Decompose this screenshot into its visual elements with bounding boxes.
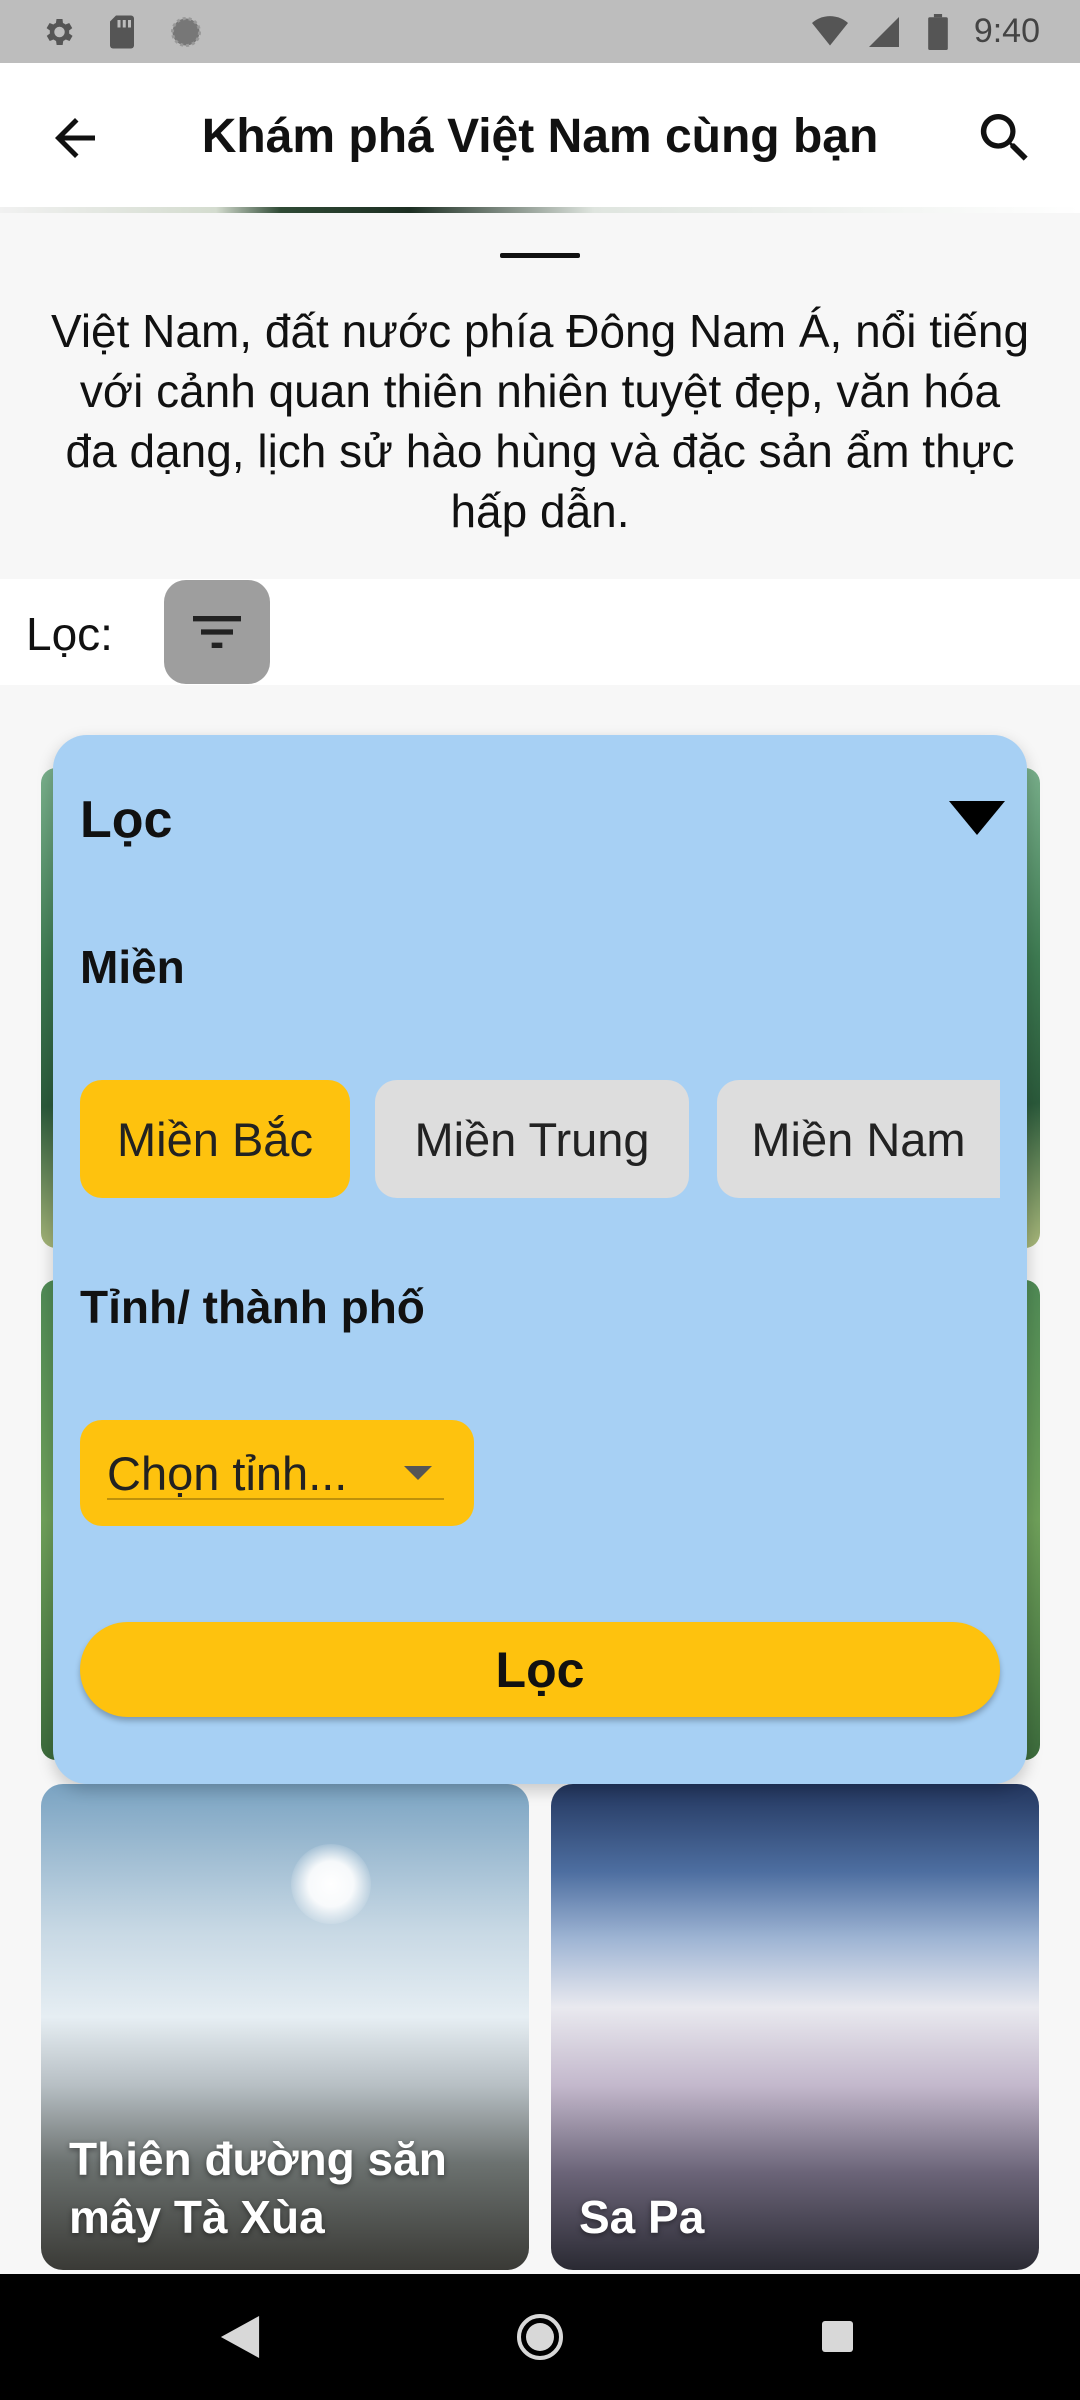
destination-card-sa-pa[interactable]: Sa Pa — [551, 1784, 1039, 2270]
filter-panel: Lọc Miền Miền Bắc Miền Trung Miền Nam Tỉ… — [53, 735, 1027, 1784]
status-bar: 9:40 — [0, 0, 1080, 63]
settings-icon — [40, 14, 76, 50]
nav-recent-apps-icon[interactable] — [822, 2321, 853, 2352]
region-chip-mien-bac[interactable]: Miền Bắc — [80, 1080, 350, 1198]
region-chip-mien-trung[interactable]: Miền Trung — [375, 1080, 689, 1198]
nav-back-icon[interactable] — [220, 2316, 260, 2358]
filter-row: Lọc: — [0, 579, 1080, 685]
filter-toggle-button[interactable] — [164, 580, 270, 684]
sun-image — [291, 1844, 371, 1924]
card-caption: Thiên đường săn mây Tà Xùa — [69, 2133, 447, 2243]
card-caption: Sa Pa — [579, 2191, 705, 2243]
filter-label: Lọc: — [26, 608, 113, 660]
status-time: 9:40 — [973, 12, 1040, 50]
region-chip-mien-nam[interactable]: Miền Nam — [717, 1080, 1000, 1198]
province-label: Tỉnh/ thành phố — [80, 1281, 425, 1333]
filter-panel-title: Lọc — [80, 791, 173, 849]
dropdown-arrow-icon — [404, 1466, 432, 1480]
region-label: Miền — [80, 941, 185, 993]
circle-status-icon — [168, 14, 204, 50]
destination-card-ta-xua[interactable]: Thiên đường săn mây Tà Xùa — [41, 1784, 529, 2270]
search-button[interactable] — [970, 103, 1040, 173]
app-bar: Khám phá Việt Nam cùng bạn — [0, 63, 1080, 210]
wifi-icon — [811, 14, 848, 50]
select-underline — [107, 1498, 444, 1500]
province-select-value: Chọn tỉnh... — [107, 1447, 348, 1500]
filter-icon — [193, 616, 241, 648]
intro-text: Việt Nam, đất nước phía Đông Nam Á, nổi … — [50, 305, 1030, 537]
battery-icon — [920, 13, 956, 50]
sd-card-icon — [104, 14, 140, 50]
drag-handle[interactable] — [500, 253, 580, 258]
apply-filter-button[interactable]: Lọc — [80, 1622, 1000, 1717]
system-nav-bar — [0, 2274, 1080, 2400]
nav-home-icon[interactable] — [517, 2314, 563, 2360]
caret-down-icon[interactable] — [949, 801, 1005, 835]
intro-section: Việt Nam, đất nước phía Đông Nam Á, nổi … — [0, 213, 1080, 579]
province-select[interactable]: Chọn tỉnh... — [80, 1420, 474, 1526]
signal-icon — [866, 14, 902, 50]
page-title: Khám phá Việt Nam cùng bạn — [201, 110, 879, 163]
search-icon — [980, 114, 1028, 161]
